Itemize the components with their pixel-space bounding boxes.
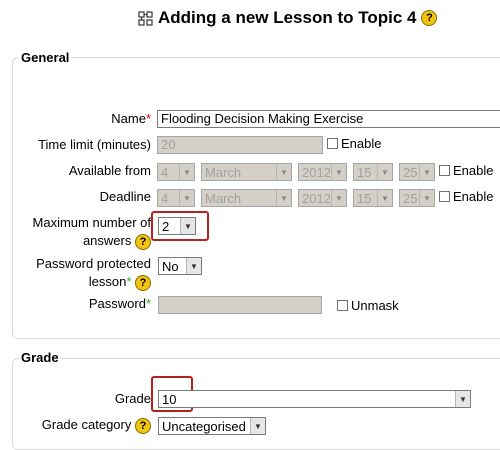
grade-category-label-text: Grade category xyxy=(41,417,132,432)
select-value: March xyxy=(205,164,242,180)
chevron-down-icon: ▼ xyxy=(180,218,195,234)
lesson-icon xyxy=(138,10,153,26)
select-value: Uncategorised xyxy=(162,418,246,434)
time-limit-input[interactable]: 20 xyxy=(157,136,323,154)
unmask-checkbox[interactable]: Unmask xyxy=(337,298,399,313)
password-input[interactable] xyxy=(158,296,322,314)
password-protected-label-text: lesson xyxy=(88,274,127,289)
checkbox-box[interactable] xyxy=(439,165,450,176)
select-value: March xyxy=(205,190,242,206)
available-minute-select[interactable]: 25 ▼ xyxy=(399,163,435,181)
grade-category-label: Grade category ? xyxy=(42,417,151,434)
deadline-enable-checkbox[interactable]: Enable xyxy=(439,189,493,204)
unmask-label: Unmask xyxy=(351,298,399,313)
select-value: 2 xyxy=(162,218,170,234)
grade-category-select[interactable]: Uncategorised ▼ xyxy=(158,417,266,435)
chevron-down-icon: ▼ xyxy=(331,190,346,206)
password-protected-label: Password protected lesson* ? xyxy=(36,255,151,291)
available-hour-select[interactable]: 15 ▼ xyxy=(353,163,393,181)
help-icon[interactable]: ? xyxy=(135,418,151,434)
chevron-down-icon: ▼ xyxy=(377,164,392,180)
chevron-down-icon: ▼ xyxy=(419,164,434,180)
grade-legend: Grade xyxy=(19,350,61,365)
available-enable-checkbox[interactable]: Enable xyxy=(439,163,493,178)
chevron-down-icon: ▼ xyxy=(377,190,392,206)
name-label: Name* xyxy=(111,111,151,126)
max-answers-label-line1: Maximum number of xyxy=(32,215,151,230)
password-label: Password* xyxy=(89,296,151,311)
deadline-day-select[interactable]: 4 ▼ xyxy=(157,189,195,207)
select-value: No xyxy=(162,258,179,274)
checkbox-box[interactable] xyxy=(439,191,450,202)
max-answers-label-line2: answers ? xyxy=(33,232,151,250)
chevron-down-icon: ▼ xyxy=(179,164,194,180)
select-value: 4 xyxy=(161,164,169,180)
deadline-label: Deadline xyxy=(99,189,151,204)
available-year-select[interactable]: 2012 ▼ xyxy=(298,163,347,181)
max-answers-label-text: answers xyxy=(82,233,132,248)
chevron-down-icon: ▼ xyxy=(331,164,346,180)
max-answers-select[interactable]: 2 ▼ xyxy=(158,217,196,235)
select-value: 2012 xyxy=(302,164,331,180)
enable-label: Enable xyxy=(453,189,494,204)
deadline-minute-select[interactable]: 25 ▼ xyxy=(399,189,435,207)
chevron-down-icon: ▼ xyxy=(250,418,265,434)
password-protected-label-line1: Password protected xyxy=(36,256,151,271)
select-value: 4 xyxy=(161,190,169,206)
chevron-down-icon: ▼ xyxy=(455,391,470,407)
name-input[interactable]: Flooding Decision Making Exercise xyxy=(157,110,500,128)
checkbox-box[interactable] xyxy=(337,300,348,311)
select-value: 10 xyxy=(162,391,177,407)
deadline-year-select[interactable]: 2012 ▼ xyxy=(298,189,347,207)
deadline-hour-select[interactable]: 15 ▼ xyxy=(353,189,393,207)
advanced-marker: * xyxy=(126,274,132,289)
checkbox-box[interactable] xyxy=(327,138,338,149)
password-label-text: Password xyxy=(88,296,146,311)
available-month-select[interactable]: March ▼ xyxy=(201,163,292,181)
available-from-label: Available from xyxy=(68,163,151,178)
chevron-down-icon: ▼ xyxy=(179,190,194,206)
advanced-marker: * xyxy=(145,296,151,311)
help-icon[interactable]: ? xyxy=(421,10,438,26)
select-value: 15 xyxy=(357,190,372,206)
select-value: 25 xyxy=(403,190,418,206)
select-value: 15 xyxy=(357,164,372,180)
select-value: 2012 xyxy=(302,190,331,206)
deadline-month-select[interactable]: March ▼ xyxy=(201,189,292,207)
available-day-select[interactable]: 4 ▼ xyxy=(157,163,195,181)
help-icon[interactable]: ? xyxy=(135,234,151,250)
chevron-down-icon: ▼ xyxy=(419,190,434,206)
name-label-text: Name xyxy=(111,111,146,126)
chevron-down-icon: ▼ xyxy=(276,164,291,180)
enable-label: Enable xyxy=(453,163,494,178)
time-limit-label: Time limit (minutes) xyxy=(38,137,151,152)
chevron-down-icon: ▼ xyxy=(186,258,201,274)
time-limit-enable-checkbox[interactable]: Enable xyxy=(327,136,381,151)
enable-label: Enable xyxy=(341,136,382,151)
max-answers-label: Maximum number of answers ? xyxy=(33,214,151,250)
grade-label: Grade xyxy=(114,391,151,406)
page-title-text: Adding a new Lesson to Topic 4 xyxy=(158,8,417,27)
select-value: 25 xyxy=(403,164,418,180)
required-marker: * xyxy=(145,111,151,126)
help-icon[interactable]: ? xyxy=(135,275,151,291)
password-protected-label-line2: lesson* ? xyxy=(36,273,151,291)
general-legend: General xyxy=(19,50,72,65)
grade-select[interactable]: 10 ▼ xyxy=(158,390,471,408)
password-protected-select[interactable]: No ▼ xyxy=(158,257,202,275)
page-title: Adding a new Lesson to Topic 4 ? xyxy=(138,8,438,28)
chevron-down-icon: ▼ xyxy=(276,190,291,206)
